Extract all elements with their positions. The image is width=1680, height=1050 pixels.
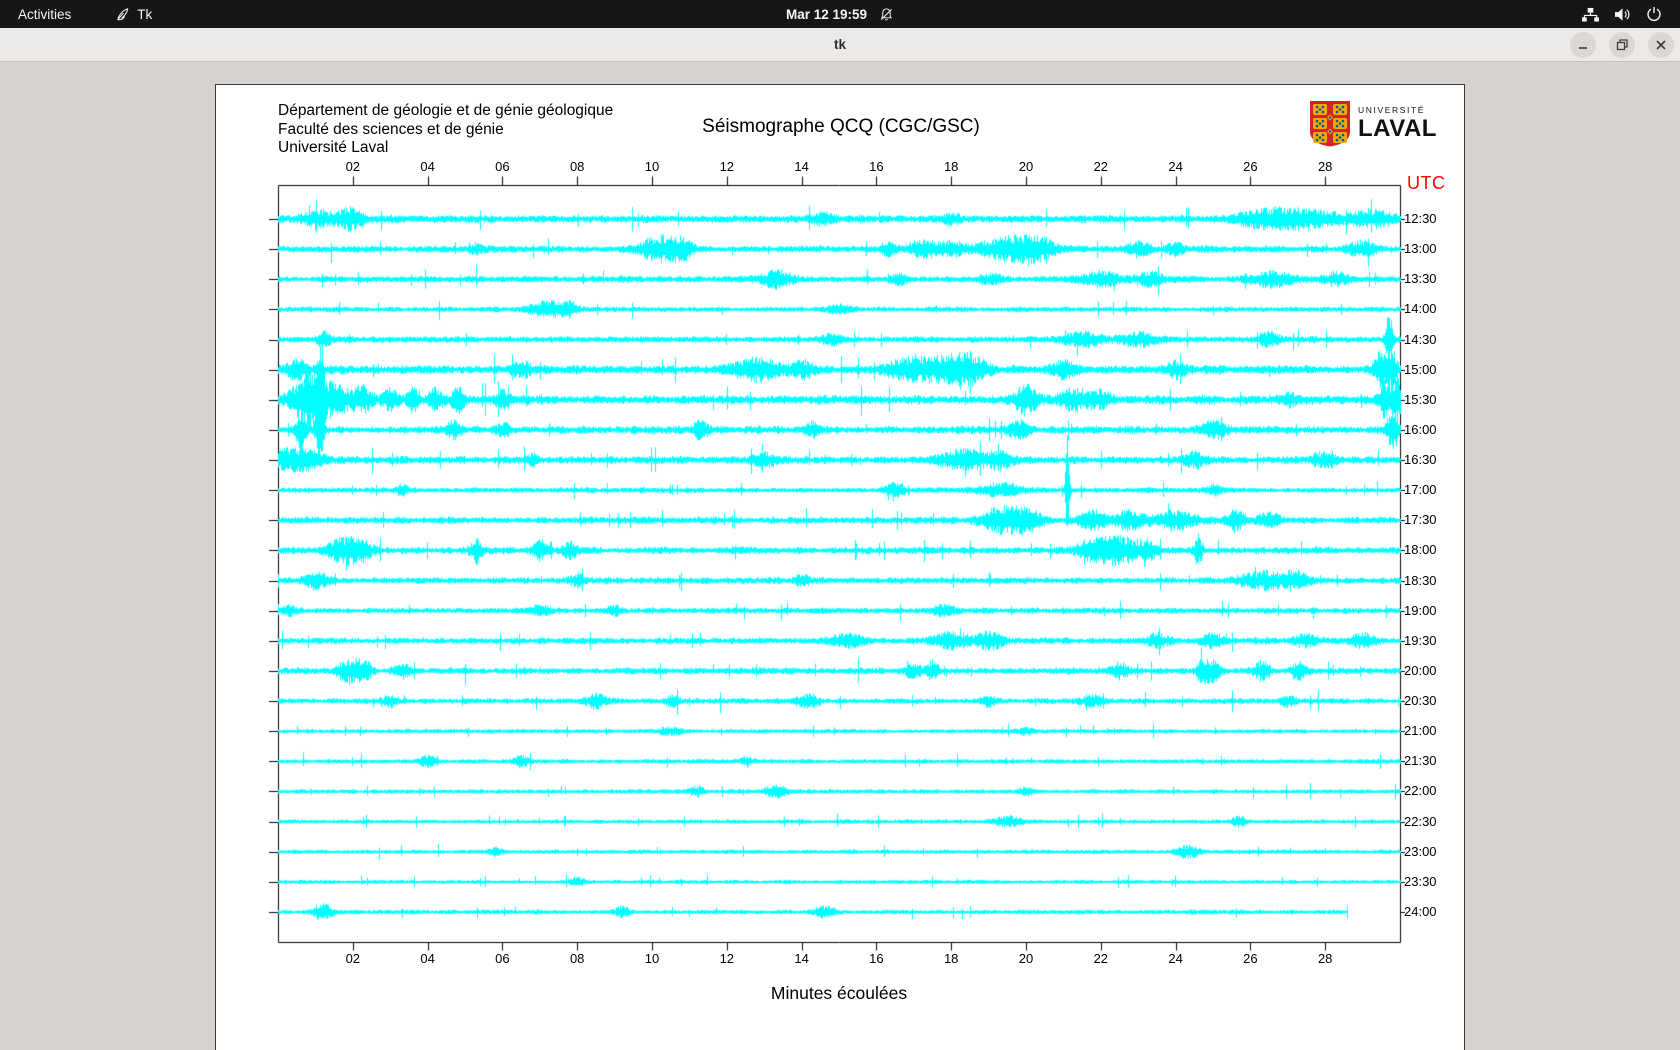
close-icon — [1656, 39, 1666, 50]
maximize-icon — [1616, 38, 1628, 50]
minimize-icon — [1579, 46, 1587, 49]
network-wired-icon — [1582, 7, 1599, 22]
trace-time-label: 23:30 — [1404, 873, 1437, 889]
x-tick-label-top: 28 — [1317, 159, 1333, 174]
gnome-top-bar: Activities Tk Mar 12 19:59 — [0, 0, 1680, 28]
trace-time-label: 20:30 — [1404, 693, 1437, 709]
close-button[interactable] — [1648, 31, 1674, 58]
trace-time-label: 22:30 — [1404, 813, 1437, 829]
seismograph-window-canvas: Département de géologie et de génie géol… — [215, 84, 1465, 1050]
x-tick-label-top: 14 — [794, 159, 809, 174]
trace-time-label: 16:00 — [1404, 421, 1437, 437]
focused-app-menu[interactable]: Tk — [105, 0, 162, 28]
x-tick-label-top: 04 — [420, 159, 435, 174]
notifications-disabled-icon — [880, 7, 893, 20]
app-name-label: Tk — [137, 6, 153, 22]
trace-time-label: 15:30 — [1404, 391, 1437, 407]
universite-laval-logo: UNIVERSITÉ LAVAL — [1309, 100, 1437, 147]
x-tick-label-bottom: 24 — [1168, 951, 1183, 966]
x-tick-label-top: 22 — [1093, 159, 1109, 174]
trace-time-label: 12:30 — [1404, 211, 1437, 226]
trace-time-label: 22:00 — [1404, 783, 1437, 799]
x-tick-label-bottom: 16 — [869, 951, 884, 966]
x-tick-label-top: 02 — [345, 159, 361, 174]
laval-shield-icon — [1310, 101, 1350, 147]
x-tick-label-top: 20 — [1018, 159, 1034, 174]
trace-time-label: 15:00 — [1404, 361, 1437, 377]
window-titlebar[interactable]: tk — [0, 28, 1680, 62]
x-tick-label-top: 26 — [1243, 159, 1258, 174]
trace-time-label: 17:30 — [1404, 512, 1437, 528]
minimize-button[interactable] — [1570, 31, 1596, 58]
maximize-button[interactable] — [1609, 31, 1635, 58]
trace-time-label: 19:00 — [1404, 602, 1437, 618]
logo-text-universite: UNIVERSITÉ — [1358, 105, 1426, 116]
x-tick-label-bottom: 22 — [1093, 951, 1109, 966]
x-tick-label-bottom: 06 — [495, 951, 510, 966]
volume-icon — [1615, 7, 1630, 21]
trace-time-label: 24:00 — [1404, 903, 1437, 919]
trace-time-label: 17:00 — [1404, 482, 1437, 498]
x-tick-label-top: 08 — [569, 159, 585, 174]
trace-time-label: 13:00 — [1404, 241, 1437, 257]
institution-line: Département de géologie et de génie géol… — [278, 102, 614, 119]
trace-time-label: 14:00 — [1404, 301, 1437, 317]
x-tick-label-bottom: 10 — [644, 951, 660, 966]
trace-time-label: 21:30 — [1404, 753, 1437, 769]
power-icon — [1647, 7, 1661, 22]
institution-line: Université Laval — [278, 139, 389, 156]
trace-time-label: 20:00 — [1404, 662, 1437, 678]
institution-block: Département de géologie et de génie géol… — [278, 102, 613, 158]
x-tick-label-top: 10 — [644, 159, 660, 174]
trace-time-label: 16:30 — [1404, 452, 1437, 468]
x-tick-label-bottom: 04 — [420, 951, 435, 966]
trace-time-label: 19:30 — [1404, 632, 1437, 648]
plot-title: Séismographe QCQ (CGC/GSC) — [702, 116, 980, 137]
clock-label: Mar 12 19:59 — [785, 6, 868, 22]
trace-time-label: 18:00 — [1404, 542, 1437, 558]
tk-feather-icon — [117, 7, 129, 20]
x-tick-label-bottom: 08 — [569, 951, 585, 966]
trace-time-label: 14:30 — [1404, 331, 1437, 347]
utc-label: UTC — [1407, 173, 1446, 193]
x-tick-label-top: 12 — [719, 159, 735, 174]
trace-time-label: 23:00 — [1404, 843, 1437, 859]
clock-menu[interactable]: Mar 12 19:59 — [786, 0, 894, 28]
window-title: tk — [833, 37, 846, 52]
x-tick-label-top: 18 — [943, 159, 959, 174]
x-tick-label-bottom: 20 — [1018, 951, 1034, 966]
logo-text-laval: LAVAL — [1358, 114, 1437, 142]
trace-time-label: 13:30 — [1404, 271, 1437, 287]
trace-time-label: 21:00 — [1404, 723, 1437, 739]
x-tick-label-top: 16 — [869, 159, 884, 174]
seismogram-plot — [216, 85, 1464, 1049]
x-axis-title: Minutes écoulées — [770, 983, 908, 1003]
institution-line: Faculté des sciences et de génie — [278, 120, 504, 138]
x-tick-label-bottom: 14 — [794, 951, 809, 966]
trace-time-label: 18:30 — [1404, 572, 1437, 588]
x-tick-label-bottom: 12 — [719, 951, 735, 966]
system-status-area[interactable] — [1582, 0, 1680, 28]
x-tick-label-bottom: 02 — [345, 951, 361, 966]
activities-button[interactable]: Activities — [8, 0, 81, 28]
x-tick-label-bottom: 26 — [1243, 951, 1258, 966]
x-tick-label-top: 24 — [1168, 159, 1183, 174]
x-tick-label-bottom: 28 — [1317, 951, 1333, 966]
x-tick-label-bottom: 18 — [943, 951, 959, 966]
x-tick-label-top: 06 — [495, 159, 510, 174]
